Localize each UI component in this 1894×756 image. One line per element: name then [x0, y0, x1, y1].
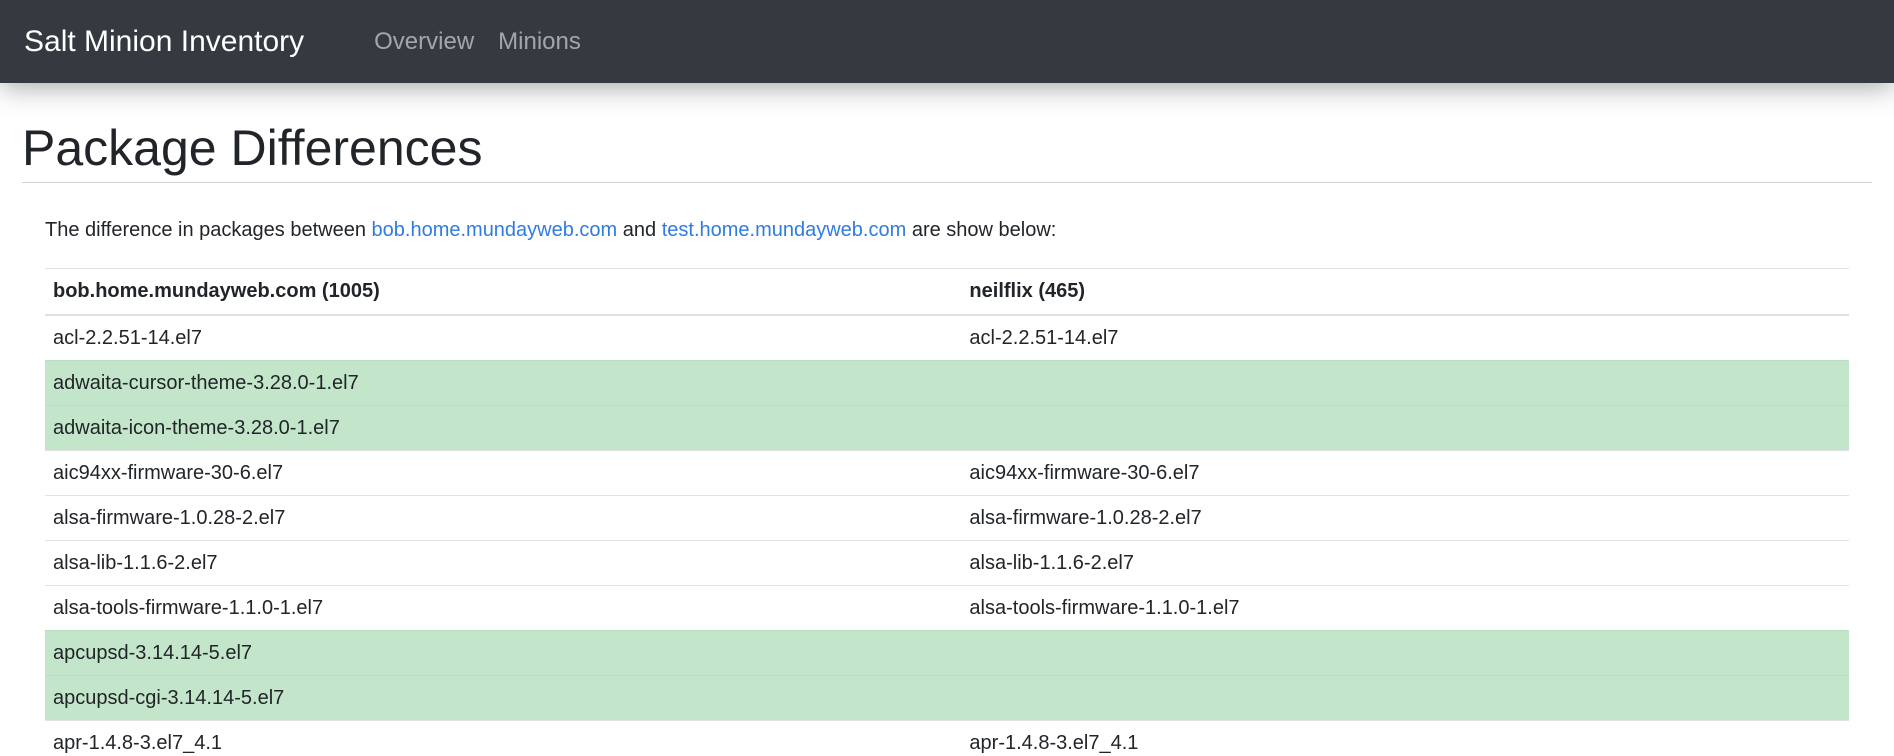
column-header-minion-a: bob.home.mundayweb.com (1005): [45, 268, 962, 316]
table-row: alsa-firmware-1.0.28-2.el7 alsa-firmware-…: [45, 495, 1849, 541]
page-title: Package Differences: [22, 121, 1872, 183]
intro-suffix: are show below:: [906, 219, 1057, 241]
table-row: alsa-lib-1.1.6-2.el7 alsa-lib-1.1.6-2.el7: [45, 540, 1849, 586]
package-cell-left: adwaita-cursor-theme-3.28.0-1.el7: [45, 360, 962, 406]
intro-middle: and: [617, 219, 662, 241]
table-row: aic94xx-firmware-30-6.el7 aic94xx-firmwar…: [45, 450, 1849, 496]
top-navbar: Salt Minion Inventory Overview Minions: [0, 0, 1894, 83]
package-cell-left: alsa-firmware-1.0.28-2.el7: [45, 495, 962, 541]
package-cell-left: aic94xx-firmware-30-6.el7: [45, 450, 962, 496]
package-cell-right: [961, 630, 1849, 676]
package-cell-left: alsa-tools-firmware-1.1.0-1.el7: [45, 585, 962, 631]
package-cell-left: alsa-lib-1.1.6-2.el7: [45, 540, 962, 586]
intro-text: The difference in packages between bob.h…: [45, 219, 1849, 242]
package-cell-right: apr-1.4.8-3.el7_4.1: [961, 720, 1849, 756]
navbar-brand[interactable]: Salt Minion Inventory: [24, 25, 304, 59]
main-container: Package Differences The difference in pa…: [0, 121, 1894, 756]
table-row: alsa-tools-firmware-1.1.0-1.el7 alsa-tool…: [45, 585, 1849, 631]
package-cell-left: apr-1.4.8-3.el7_4.1: [45, 720, 962, 756]
table-header-row: bob.home.mundayweb.com (1005) neilflix (…: [45, 268, 1849, 316]
column-header-minion-b: neilflix (465): [961, 268, 1849, 316]
package-cell-right: [961, 675, 1849, 721]
table-row: adwaita-icon-theme-3.28.0-1.el7: [45, 405, 1849, 451]
package-cell-left: apcupsd-3.14.14-5.el7: [45, 630, 962, 676]
package-cell-left: apcupsd-cgi-3.14.14-5.el7: [45, 675, 962, 721]
table-row: acl-2.2.51-14.el7 acl-2.2.51-14.el7: [45, 314, 1849, 361]
table-row: apr-1.4.8-3.el7_4.1 apr-1.4.8-3.el7_4.1: [45, 720, 1849, 756]
minion-b-link[interactable]: test.home.mundayweb.com: [662, 219, 907, 241]
page-content: The difference in packages between bob.h…: [22, 219, 1872, 756]
package-cell-left: acl-2.2.51-14.el7: [45, 314, 962, 361]
package-diff-table: bob.home.mundayweb.com (1005) neilflix (…: [45, 268, 1849, 756]
package-cell-right: alsa-tools-firmware-1.1.0-1.el7: [961, 585, 1849, 631]
table-row: apcupsd-3.14.14-5.el7: [45, 630, 1849, 676]
package-cell-right: acl-2.2.51-14.el7: [961, 314, 1849, 361]
table-body: acl-2.2.51-14.el7 acl-2.2.51-14.el7 adwai…: [45, 314, 1849, 756]
table-row: adwaita-cursor-theme-3.28.0-1.el7: [45, 360, 1849, 406]
minion-a-link[interactable]: bob.home.mundayweb.com: [372, 219, 618, 241]
table-row: apcupsd-cgi-3.14.14-5.el7: [45, 675, 1849, 721]
package-cell-left: adwaita-icon-theme-3.28.0-1.el7: [45, 405, 962, 451]
nav-link-minions[interactable]: Minions: [498, 28, 581, 56]
package-cell-right: alsa-lib-1.1.6-2.el7: [961, 540, 1849, 586]
nav-link-overview[interactable]: Overview: [374, 28, 474, 56]
package-cell-right: aic94xx-firmware-30-6.el7: [961, 450, 1849, 496]
intro-prefix: The difference in packages between: [45, 219, 372, 241]
package-cell-right: alsa-firmware-1.0.28-2.el7: [961, 495, 1849, 541]
package-cell-right: [961, 360, 1849, 406]
package-cell-right: [961, 405, 1849, 451]
